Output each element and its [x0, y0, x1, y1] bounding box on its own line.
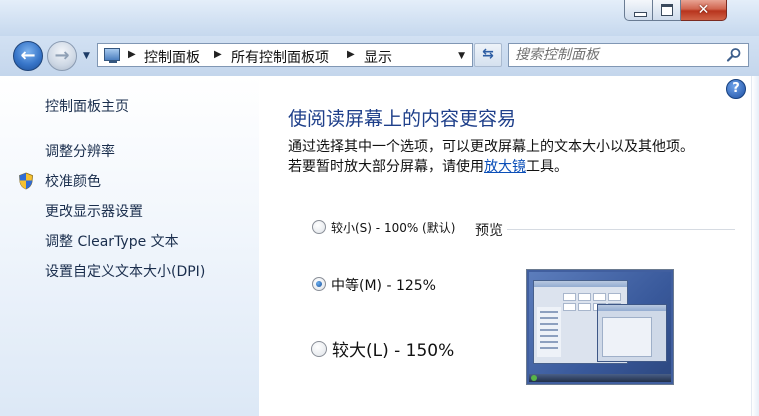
sidebar-item-adjust-resolution[interactable]: 调整分辨率	[45, 141, 115, 161]
search-input[interactable]	[515, 45, 715, 65]
breadcrumb-separator[interactable]: ▶	[128, 49, 136, 60]
preview-image	[526, 269, 674, 385]
preview-window-front	[597, 304, 667, 362]
control-panel-icon	[104, 48, 120, 63]
right-edge	[751, 76, 759, 416]
radio-medium-label[interactable]: 中等(M) - 125%	[331, 275, 436, 295]
navigation-bar: ← → ▼ ▶ 控制面板 ▶ 所有控制面板项 ▶ 显示 ▼ ⇆	[0, 36, 759, 76]
minimize-button[interactable]	[624, 0, 653, 21]
back-button[interactable]: ←	[13, 41, 43, 71]
window-controls: ✕	[624, 0, 727, 22]
main-content: ? 使阅读屏幕上的内容更容易 通过选择其中一个选项，可以更改屏幕上的文本大小以及…	[259, 76, 759, 416]
radio-medium[interactable]	[312, 277, 326, 291]
magnifier-link[interactable]: 放大镜	[484, 159, 526, 175]
preview-taskbar	[529, 374, 671, 382]
radio-smaller[interactable]	[312, 220, 326, 234]
address-dropdown-icon[interactable]: ▼	[458, 51, 465, 61]
description-suffix: 工具。	[526, 159, 568, 175]
description-line-1: 通过选择其中一个选项，可以更改屏幕上的文本大小以及其他项。	[288, 139, 694, 155]
help-icon[interactable]: ?	[726, 79, 746, 99]
close-button[interactable]: ✕	[681, 0, 727, 21]
close-icon: ✕	[697, 2, 710, 18]
forward-arrow-icon: →	[54, 45, 70, 66]
recent-pages-dropdown[interactable]: ▼	[83, 51, 90, 61]
breadcrumb-display[interactable]: 显示	[364, 47, 392, 67]
breadcrumb-all-items[interactable]: 所有控制面板项	[231, 47, 329, 67]
sidebar-item-calibrate-color[interactable]: 校准颜色	[45, 171, 101, 191]
search-box[interactable]	[508, 43, 749, 67]
preview-divider	[507, 229, 735, 230]
preview-desktop	[529, 272, 671, 382]
maximize-button[interactable]	[653, 0, 681, 21]
address-bar[interactable]: ▶ 控制面板 ▶ 所有控制面板项 ▶ 显示 ▼	[97, 43, 473, 67]
search-icon[interactable]	[726, 47, 742, 63]
sidebar-item-custom-dpi[interactable]: 设置自定义文本大小(DPI)	[45, 261, 205, 281]
page-title: 使阅读屏幕上的内容更容易	[288, 108, 517, 130]
radio-larger-label[interactable]: 较大(L) - 150%	[332, 336, 454, 361]
refresh-button[interactable]: ⇆	[474, 43, 502, 67]
breadcrumb-separator[interactable]: ▶	[214, 49, 222, 60]
title-bar: ✕	[0, 0, 759, 36]
shield-icon	[19, 172, 33, 190]
preview-label: 预览	[475, 223, 503, 239]
radio-smaller-label[interactable]: 较小(S) - 100% (默认)	[331, 219, 455, 236]
sidebar-item-adjust-cleartype[interactable]: 调整 ClearType 文本	[45, 231, 179, 251]
task-pane: 控制面板主页 调整分辨率 校准颜色 更改显示器设置 调整 ClearType 文…	[0, 76, 259, 416]
breadcrumb-separator[interactable]: ▶	[347, 49, 355, 60]
description-line-2: 若要暂时放大部分屏幕，请使用放大镜工具。	[288, 156, 568, 176]
back-arrow-icon: ←	[20, 45, 36, 66]
breadcrumb-control-panel[interactable]: 控制面板	[144, 47, 200, 67]
sidebar-item-control-panel-home[interactable]: 控制面板主页	[45, 96, 129, 116]
minimize-icon	[634, 12, 647, 17]
forward-button[interactable]: →	[47, 41, 77, 71]
description-prefix: 若要暂时放大部分屏幕，请使用	[288, 159, 484, 175]
maximize-icon	[661, 4, 673, 16]
sidebar-item-change-display-settings[interactable]: 更改显示器设置	[45, 201, 143, 221]
radio-larger[interactable]	[311, 341, 327, 357]
